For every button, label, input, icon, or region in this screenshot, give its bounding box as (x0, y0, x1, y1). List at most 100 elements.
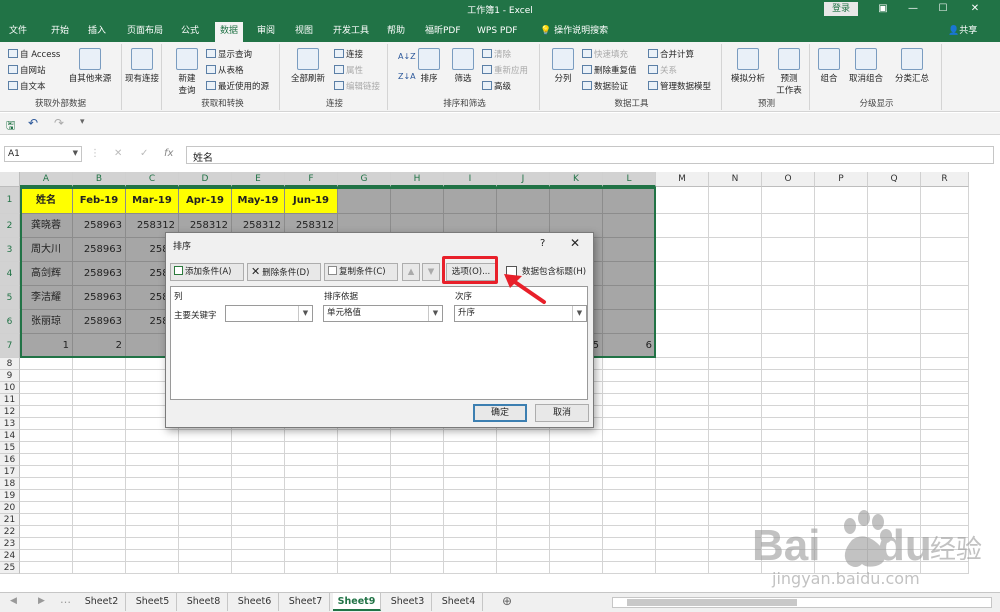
cell-a2[interactable]: 龚晓蓉 (20, 214, 73, 238)
cell-l4[interactable] (603, 262, 656, 286)
cell-m13[interactable] (656, 418, 709, 430)
cell-i15[interactable] (444, 442, 497, 454)
cell-o12[interactable] (762, 406, 815, 418)
from-access-button[interactable]: 自 Access (8, 48, 60, 60)
cell-i23[interactable] (444, 538, 497, 550)
cell-d17[interactable] (179, 466, 232, 478)
row-header-6[interactable]: 6 (0, 310, 20, 334)
close-icon[interactable]: ✕ (570, 236, 580, 250)
group-button[interactable]: 组合 (814, 48, 844, 84)
row-header-1[interactable]: 1 (0, 187, 20, 214)
cell-d21[interactable] (179, 514, 232, 526)
cell-a14[interactable] (20, 430, 73, 442)
cell-a4[interactable]: 高剑辉 (20, 262, 73, 286)
cell-j22[interactable] (497, 526, 550, 538)
cell-b7[interactable]: 2 (73, 334, 126, 358)
cell-q15[interactable] (868, 442, 921, 454)
row-header-20[interactable]: 20 (0, 502, 20, 514)
cell-n4[interactable] (709, 262, 762, 286)
cell-q3[interactable] (868, 238, 921, 262)
cell-k21[interactable] (550, 514, 603, 526)
cell-m16[interactable] (656, 454, 709, 466)
cell-a10[interactable] (20, 382, 73, 394)
cell-f25[interactable] (285, 562, 338, 574)
horizontal-scrollbar[interactable] (612, 597, 992, 608)
column-header-o[interactable]: O (762, 172, 815, 187)
cell-j1[interactable] (497, 187, 550, 214)
cell-j19[interactable] (497, 490, 550, 502)
cell-m1[interactable] (656, 187, 709, 214)
ok-button[interactable]: 确定 (473, 404, 527, 422)
column-header-m[interactable]: M (656, 172, 709, 187)
cell-l5[interactable] (603, 286, 656, 310)
cell-f14[interactable] (285, 430, 338, 442)
add-sheet-icon[interactable]: ⊕ (502, 594, 512, 608)
cell-b20[interactable] (73, 502, 126, 514)
filter-button[interactable]: 筛选 (448, 48, 478, 84)
tab-review[interactable]: 审阅 (252, 22, 280, 40)
cell-n8[interactable] (709, 358, 762, 370)
cell-f18[interactable] (285, 478, 338, 490)
cell-g23[interactable] (338, 538, 391, 550)
row-header-22[interactable]: 22 (0, 526, 20, 538)
cell-j17[interactable] (497, 466, 550, 478)
cell-e25[interactable] (232, 562, 285, 574)
cell-k25[interactable] (550, 562, 603, 574)
cell-c16[interactable] (126, 454, 179, 466)
cell-r17[interactable] (921, 466, 969, 478)
tab-home[interactable]: 开始 (46, 22, 74, 40)
cell-n12[interactable] (709, 406, 762, 418)
flash-fill-button[interactable]: 快速填充 (582, 48, 628, 60)
cell-o9[interactable] (762, 370, 815, 382)
cell-o18[interactable] (762, 478, 815, 490)
column-header-q[interactable]: Q (868, 172, 921, 187)
cell-r12[interactable] (921, 406, 969, 418)
cell-e24[interactable] (232, 550, 285, 562)
sheet-tab-sheet7[interactable]: Sheet7 (282, 593, 330, 611)
cell-m4[interactable] (656, 262, 709, 286)
cell-l7[interactable]: 6 (603, 334, 656, 358)
cell-o14[interactable] (762, 430, 815, 442)
row-header-13[interactable]: 13 (0, 418, 20, 430)
other-sources-button[interactable]: 自其他来源 (66, 48, 114, 84)
recent-sources-button[interactable]: 最近使用的源 (206, 80, 269, 92)
cell-b24[interactable] (73, 550, 126, 562)
cell-f1[interactable]: Jun-19 (285, 187, 338, 214)
cell-p8[interactable] (815, 358, 868, 370)
cell-o15[interactable] (762, 442, 815, 454)
cell-l9[interactable] (603, 370, 656, 382)
cell-m20[interactable] (656, 502, 709, 514)
cell-h17[interactable] (391, 466, 444, 478)
cell-b4[interactable]: 258963 (73, 262, 126, 286)
tab-page-layout[interactable]: 页面布局 (122, 22, 168, 40)
delete-level-button[interactable]: ✕ 删除条件(D) (247, 263, 321, 281)
sheet-tab-sheet3[interactable]: Sheet3 (384, 593, 432, 611)
cell-p11[interactable] (815, 394, 868, 406)
chevron-down-icon[interactable]: ▼ (73, 149, 78, 157)
sort-za-icon[interactable]: Z↓A (398, 72, 416, 81)
cell-b18[interactable] (73, 478, 126, 490)
row-header-10[interactable]: 10 (0, 382, 20, 394)
connections-button[interactable]: 连接 (334, 48, 363, 60)
cell-m2[interactable] (656, 214, 709, 238)
cell-q8[interactable] (868, 358, 921, 370)
row-header-17[interactable]: 17 (0, 466, 20, 478)
row-header-9[interactable]: 9 (0, 370, 20, 382)
cell-p12[interactable] (815, 406, 868, 418)
row-header-12[interactable]: 12 (0, 406, 20, 418)
clear-filter-button[interactable]: 清除 (482, 48, 511, 60)
cell-n10[interactable] (709, 382, 762, 394)
row-header-25[interactable]: 25 (0, 562, 20, 574)
cell-a12[interactable] (20, 406, 73, 418)
cell-p15[interactable] (815, 442, 868, 454)
cell-m9[interactable] (656, 370, 709, 382)
cell-f15[interactable] (285, 442, 338, 454)
cell-h18[interactable] (391, 478, 444, 490)
cell-q1[interactable] (868, 187, 921, 214)
cell-a17[interactable] (20, 466, 73, 478)
cell-n7[interactable] (709, 334, 762, 358)
remove-duplicates-button[interactable]: 删除重复值 (582, 64, 637, 76)
sheet-tab-sheet8[interactable]: Sheet8 (180, 593, 228, 611)
cell-f23[interactable] (285, 538, 338, 550)
cell-r10[interactable] (921, 382, 969, 394)
